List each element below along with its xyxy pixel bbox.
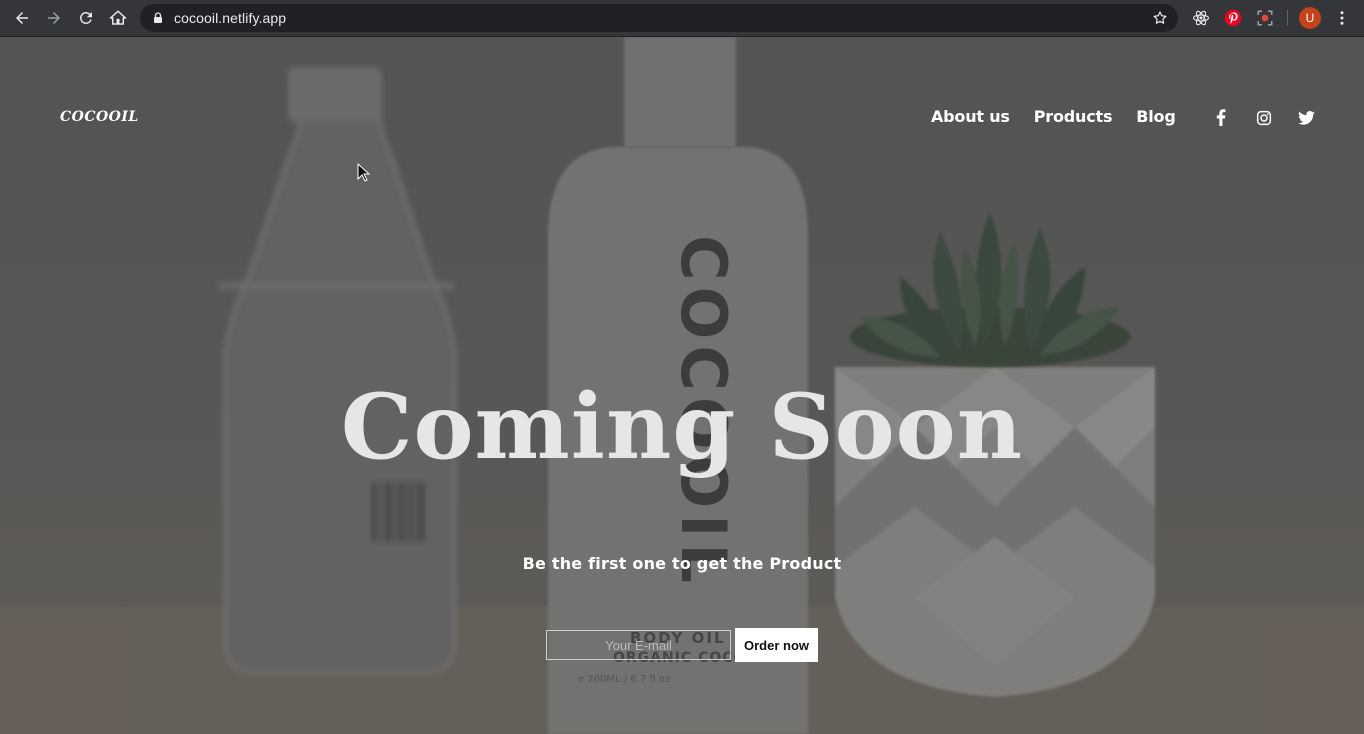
social-links [1212, 109, 1315, 126]
browser-toolbar: cocooil.netlify.app U [0, 0, 1364, 37]
browser-menu-button[interactable] [1331, 7, 1353, 29]
page-title: Coming Soon [340, 374, 1024, 480]
nav-blog[interactable]: Blog [1136, 107, 1176, 126]
pinterest-extension-button[interactable] [1222, 7, 1244, 29]
screen-capture-button[interactable] [1254, 7, 1276, 29]
toolbar-divider [1287, 10, 1288, 26]
nav-about-us[interactable]: About us [931, 107, 1010, 126]
menu-kebab-icon [1340, 11, 1344, 25]
home-icon [109, 10, 127, 25]
page-subtitle: Be the first one to get the Product [522, 554, 842, 573]
reload-icon [79, 11, 92, 24]
email-field[interactable] [546, 630, 731, 660]
instagram-icon[interactable] [1255, 109, 1272, 126]
star-icon[interactable] [1152, 10, 1168, 26]
screen-capture-icon [1257, 10, 1273, 26]
react-devtools-icon [1192, 10, 1210, 26]
lock-icon [154, 12, 162, 23]
url-text: cocooil.netlify.app [174, 10, 287, 26]
reload-button[interactable] [70, 2, 102, 34]
home-button[interactable] [102, 2, 134, 34]
facebook-icon[interactable] [1212, 109, 1229, 126]
react-devtools-button[interactable] [1190, 7, 1212, 29]
address-bar[interactable]: cocooil.netlify.app [140, 4, 1178, 32]
forward-button[interactable] [38, 2, 70, 34]
site-nav: About us Products Blog [931, 107, 1176, 126]
hero-section: COCOOIL BODY OIL ORGANIC COCONUT e 200ML… [0, 37, 1364, 734]
nav-products[interactable]: Products [1034, 107, 1113, 126]
twitter-icon[interactable] [1298, 109, 1315, 126]
back-icon [16, 12, 28, 24]
back-button[interactable] [6, 2, 38, 34]
order-form: Order now [546, 628, 819, 662]
forward-icon [48, 12, 60, 24]
order-now-button[interactable]: Order now [735, 628, 819, 662]
mouse-cursor-icon [357, 163, 371, 182]
site-logo[interactable]: COCOOIL [60, 109, 139, 125]
pinterest-icon [1224, 9, 1242, 27]
profile-avatar[interactable]: U [1299, 7, 1321, 29]
